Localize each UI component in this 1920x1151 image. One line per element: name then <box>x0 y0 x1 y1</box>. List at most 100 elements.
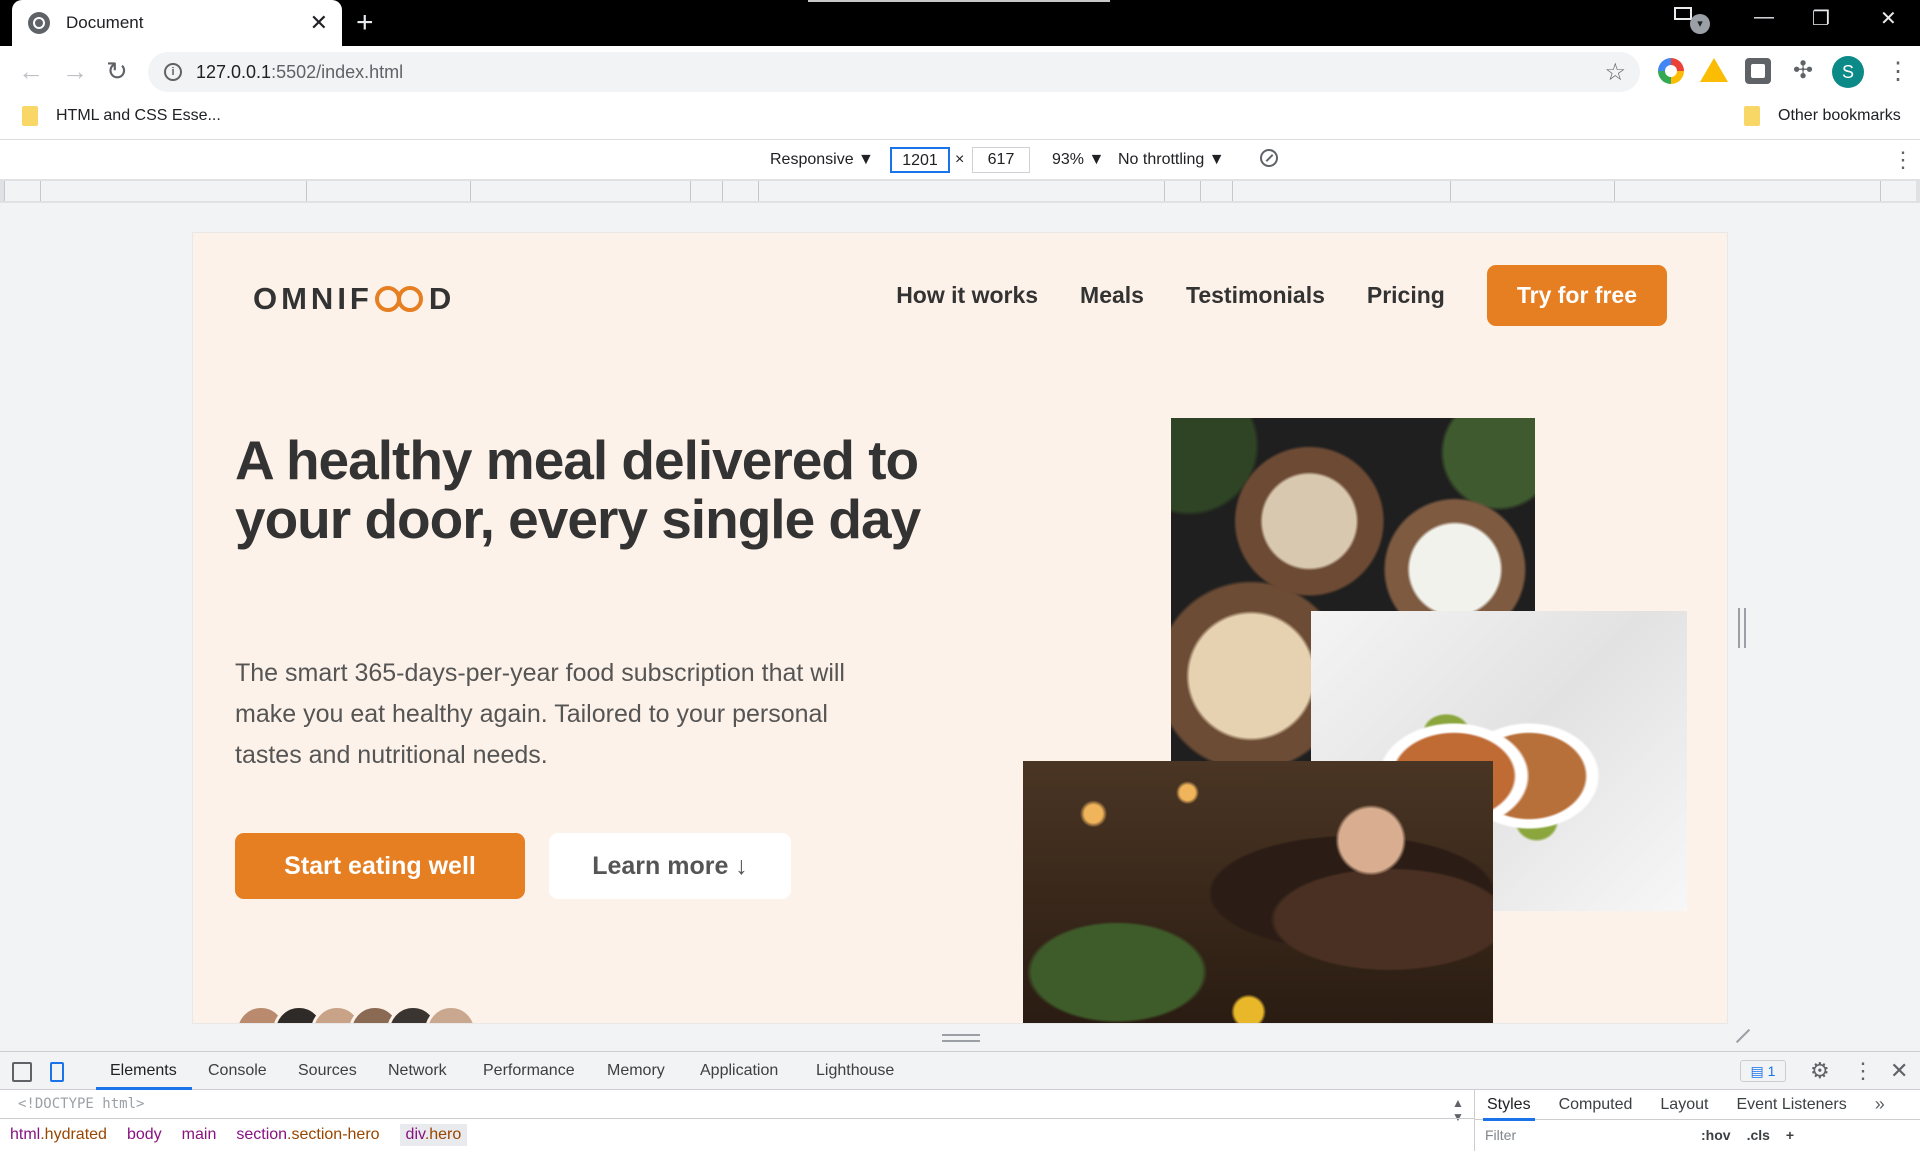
customer-avatars <box>235 1005 477 1023</box>
tab-styles[interactable]: Styles <box>1483 1096 1535 1121</box>
width-input[interactable]: 1201 <box>890 147 950 173</box>
minimize-button[interactable]: — <box>1754 6 1774 29</box>
inspect-element-icon[interactable] <box>12 1062 32 1082</box>
logo-text-start: OMNIF <box>253 281 373 316</box>
bookmark-star-icon[interactable]: ☆ <box>1604 58 1626 87</box>
height-input[interactable]: 617 <box>972 147 1030 173</box>
styles-filter-input[interactable]: Filter <box>1485 1127 1701 1143</box>
rotate-icon[interactable] <box>1260 149 1278 167</box>
back-icon[interactable]: ← <box>18 58 44 84</box>
breadcrumb-class: .hero <box>424 1126 462 1143</box>
issues-count: 1 <box>1767 1063 1776 1079</box>
styles-filter-row: Filter :hov .cls + <box>1475 1120 1920 1150</box>
url-host: 127.0.0.1 <box>196 61 272 82</box>
breadcrumb-tag: main <box>181 1126 217 1143</box>
logo-text-end: D <box>428 281 456 316</box>
devtools-more-icon[interactable]: ⋮ <box>1852 1058 1874 1084</box>
breadcrumb-tag: html <box>10 1126 41 1143</box>
infinity-logo-icon <box>374 285 427 313</box>
tab-elements[interactable]: Elements <box>110 1062 177 1080</box>
tab-application[interactable]: Application <box>700 1062 778 1080</box>
extension-color-icon[interactable] <box>1658 58 1684 84</box>
breadcrumb-class: .hydrated <box>40 1126 107 1143</box>
bookmark-html-css[interactable]: HTML and CSS Esse... <box>22 106 221 126</box>
tab-layout[interactable]: Layout <box>1660 1096 1708 1114</box>
profile-menu-icon[interactable]: ▾ <box>1672 4 1712 34</box>
dom-breadcrumb: html.hydrated body main section.section-her… <box>0 1118 1474 1151</box>
device-toolbar: Responsive ▼ 1201 × 617 93% ▼ No throttl… <box>0 141 1920 179</box>
nav-meals[interactable]: Meals <box>1080 282 1144 309</box>
breadcrumb-class: .section-hero <box>287 1126 380 1143</box>
nav-how-it-works[interactable]: How it works <box>896 282 1038 309</box>
hov-toggle[interactable]: :hov <box>1701 1127 1731 1143</box>
folder-icon <box>1744 106 1760 126</box>
zoom-dropdown[interactable]: 93% ▼ <box>1052 151 1104 169</box>
breadcrumb-tag: section <box>236 1126 288 1143</box>
tab-performance[interactable]: Performance <box>483 1062 575 1080</box>
address-bar[interactable]: i 127.0.0.1 :5502/index.html ☆ <box>148 52 1640 92</box>
bookmarks-bar: HTML and CSS Esse... Other bookmarks <box>0 98 1920 140</box>
profile-avatar[interactable]: S <box>1832 56 1864 88</box>
puzzle-icon[interactable]: ✣ <box>1790 58 1816 84</box>
settings-gear-icon[interactable]: ⚙ <box>1810 1058 1830 1084</box>
dimension-separator: × <box>955 151 965 168</box>
folder-icon <box>22 106 38 126</box>
device-toggle-icon[interactable] <box>50 1062 64 1082</box>
cls-toggle[interactable]: .cls <box>1747 1127 1770 1143</box>
tab-network[interactable]: Network <box>388 1062 447 1080</box>
url-path: :5502/index.html <box>271 61 404 82</box>
globe-icon <box>28 12 50 34</box>
breadcrumb-section[interactable]: section.section-hero <box>236 1126 379 1144</box>
hero-description: The smart 365-days-per-year food subscri… <box>235 659 845 769</box>
responsive-dropdown[interactable]: Responsive ▼ <box>770 151 874 169</box>
info-icon[interactable]: i <box>164 63 182 81</box>
tab-close-button[interactable]: ✕ <box>310 12 328 34</box>
tab-memory[interactable]: Memory <box>607 1062 665 1080</box>
extension-square-icon[interactable] <box>1745 58 1771 84</box>
close-window-button[interactable]: ✕ <box>1880 6 1897 31</box>
breadcrumb-main[interactable]: main <box>182 1126 217 1144</box>
viewport-resize-handle-right[interactable] <box>1738 608 1746 648</box>
breadcrumb-tag: div <box>405 1126 425 1143</box>
tab-title: Document <box>66 13 144 32</box>
bookmark-label: HTML and CSS Esse... <box>56 107 221 124</box>
throttling-dropdown[interactable]: No throttling ▼ <box>1118 151 1225 169</box>
breadcrumb-html[interactable]: html.hydrated <box>10 1126 107 1144</box>
omnifood-logo[interactable]: OMNIF D <box>253 281 455 317</box>
tab-lighthouse[interactable]: Lighthouse <box>816 1062 894 1080</box>
nav-testimonials[interactable]: Testimonials <box>1186 282 1325 309</box>
restore-button[interactable]: ❐ <box>1812 6 1830 31</box>
try-for-free-button[interactable]: Try for free <box>1486 265 1667 326</box>
new-rule-button[interactable]: + <box>1786 1127 1794 1143</box>
nav-pricing[interactable]: Pricing <box>1367 282 1445 309</box>
more-tabs-chevron-icon[interactable]: » <box>1875 1094 1885 1115</box>
viewport-resize-corner[interactable] <box>1734 1028 1750 1044</box>
tab-sources[interactable]: Sources <box>298 1062 357 1080</box>
start-eating-well-button[interactable]: Start eating well <box>235 833 525 899</box>
tab-computed[interactable]: Computed <box>1559 1096 1633 1114</box>
new-tab-button[interactable]: + <box>356 6 374 40</box>
issues-badge[interactable]: ▤ 1 <box>1740 1060 1786 1082</box>
customer-count-text-cropped <box>493 1015 813 1023</box>
browser-tab[interactable]: Document ✕ <box>12 0 342 46</box>
main-nav: How it works Meals Testimonials Pricing … <box>854 265 1667 326</box>
forward-icon[interactable]: → <box>62 58 88 84</box>
hero-title: A healthy meal delivered to your door, e… <box>235 429 921 550</box>
browser-toolbar: ← → ↻ i 127.0.0.1 :5502/index.html ☆ ✣ S… <box>0 46 1920 98</box>
device-more-icon[interactable]: ⋮ <box>1892 147 1914 173</box>
learn-more-button[interactable]: Learn more ↓ <box>549 833 791 899</box>
browser-menu-icon[interactable]: ⋮ <box>1886 56 1910 88</box>
tab-strip-indicator <box>808 0 1110 2</box>
devtools-panel: Elements Console Sources Network Perform… <box>0 1051 1920 1151</box>
breadcrumb-div[interactable]: div.hero <box>399 1124 468 1146</box>
tab-console[interactable]: Console <box>208 1062 267 1080</box>
other-bookmarks[interactable]: Other bookmarks <box>1744 106 1901 126</box>
media-query-ruler[interactable] <box>0 179 1920 203</box>
google-drive-icon[interactable] <box>1700 58 1728 82</box>
devtools-close-icon[interactable]: ✕ <box>1890 1058 1908 1084</box>
reload-icon[interactable]: ↻ <box>106 58 128 84</box>
dom-doctype-line[interactable]: <!DOCTYPE html> <box>18 1096 144 1112</box>
tab-event-listeners[interactable]: Event Listeners <box>1736 1096 1846 1114</box>
breadcrumb-body[interactable]: body <box>127 1126 162 1144</box>
viewport-resize-handle-bottom[interactable] <box>942 1034 980 1042</box>
